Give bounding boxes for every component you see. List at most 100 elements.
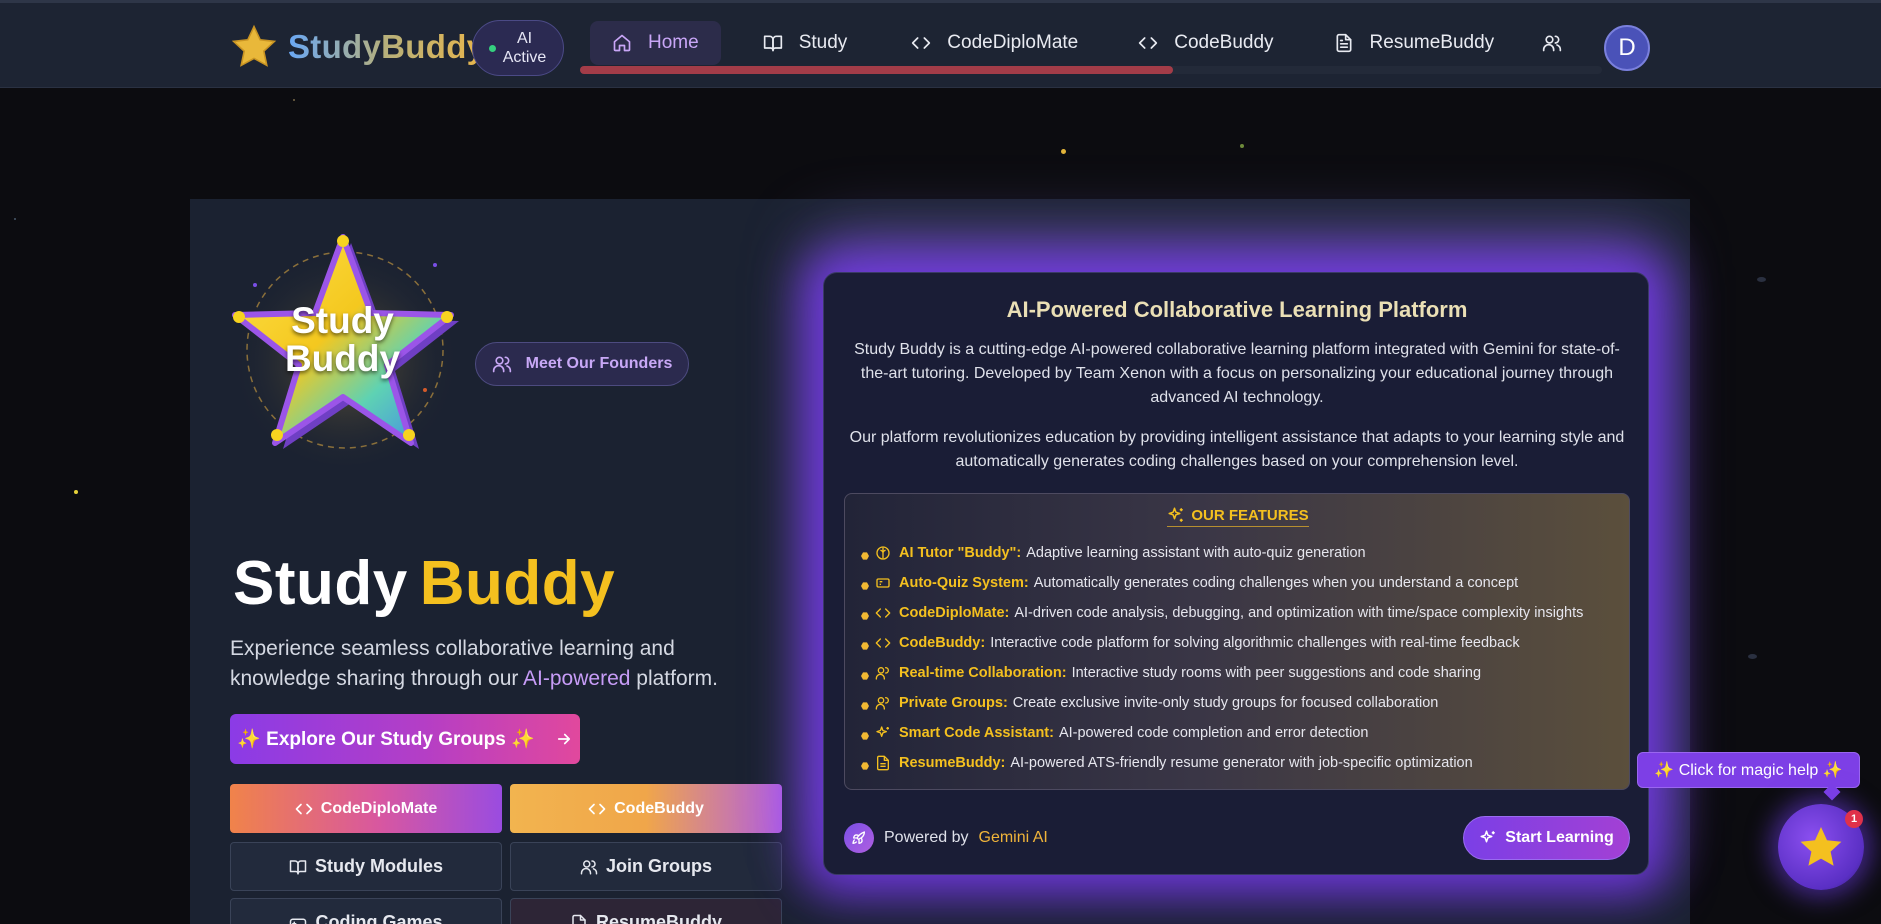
feature-name: CodeBuddy: (899, 635, 986, 651)
meet-founders-button[interactable]: Meet Our Founders (475, 342, 689, 386)
sparkles-icon (1480, 830, 1496, 843)
feature-name: AI Tutor "Buddy": (899, 545, 1022, 561)
brand-name: StudyBuddy (288, 28, 486, 65)
gemini-link[interactable]: Gemini AI (979, 829, 1048, 847)
nav-item-label: Study (798, 32, 848, 53)
star-logo-icon (231, 24, 277, 67)
coding-games-button[interactable]: Coding Games (230, 898, 502, 924)
sparkle-dot (1757, 277, 1766, 282)
nav-item-label: CodeDiploMate (947, 32, 1079, 53)
features-list: AI Tutor "Buddy": Adaptive learning assi… (861, 538, 1621, 778)
top-navbar: StudyBuddy AI Active Home Study CodeDipl… (0, 0, 1881, 88)
join-groups-button[interactable]: Join Groups (510, 842, 782, 891)
feature-item: Auto-Quiz System: Automatically generate… (861, 568, 1621, 598)
feature-item: Smart Code Assistant: AI-powered code co… (861, 718, 1621, 748)
feature-description: Interactive code platform for solving al… (990, 635, 1520, 651)
hero-subtitle: Experience seamless collaborative learni… (230, 634, 750, 694)
main-nav: Home Study CodeDiploMate CodeBuddy Resum… (590, 21, 1584, 65)
arrow-right-icon (557, 733, 570, 745)
codebuddy-button-label: CodeBuddy (614, 799, 704, 817)
feature-name: Smart Code Assistant: (899, 725, 1054, 741)
features-heading-inner: OUR FEATURES (1167, 506, 1309, 527)
feature-item: CodeDiploMate: AI-driven code analysis, … (861, 598, 1621, 628)
book-icon (289, 859, 307, 874)
sparkle-dot (293, 99, 295, 101)
nav-item-study[interactable]: Study (741, 21, 870, 65)
bullet-icon (861, 552, 869, 560)
status-dot-icon (488, 44, 496, 52)
platform-info-card: AI-Powered Collaborative Learning Platfo… (823, 272, 1649, 875)
bullet-icon (861, 702, 869, 710)
nav-item-label: CodeBuddy (1174, 32, 1274, 53)
nav-item-home[interactable]: Home (590, 21, 721, 65)
nav-item-groups[interactable] (1520, 21, 1584, 65)
bullet-icon (861, 762, 869, 770)
nav-scroll-progress-fill (580, 66, 1173, 74)
coding-games-label: Coding Games (315, 912, 443, 924)
users-icon (875, 697, 889, 710)
sparkles-icon (1168, 507, 1184, 522)
study-modules-label: Study Modules (314, 856, 443, 876)
feature-item: AI Tutor "Buddy": Adaptive learning assi… (861, 538, 1621, 568)
sparkle-dot (1240, 144, 1244, 148)
rocket-icon (844, 823, 874, 853)
nav-item-resumebuddy[interactable]: ResumeBuddy (1312, 21, 1517, 65)
start-learning-button[interactable]: Start Learning (1463, 816, 1630, 860)
hero-title: Study Buddy (233, 548, 615, 619)
file-text-icon (877, 755, 889, 771)
sparkle-dot (1061, 149, 1066, 154)
hero-subtitle-highlight: AI-powered (523, 667, 631, 690)
bullet-icon (861, 642, 869, 650)
star-emblem-line2: Buddy (284, 338, 401, 379)
card-footer: Powered by Gemini AI Start Learning (844, 816, 1630, 860)
gamepad-icon (290, 918, 307, 924)
sparkle-dot (14, 218, 16, 220)
users-icon (580, 859, 598, 874)
magic-help-tooltip[interactable]: ✨ Click for magic help ✨ (1637, 752, 1860, 788)
feature-name: Real-time Collaboration: (899, 665, 1067, 681)
feature-name: ResumeBuddy: (899, 755, 1006, 771)
explore-study-groups-button[interactable]: ✨ Explore Our Study Groups ✨ (230, 714, 580, 764)
home-icon (613, 34, 631, 52)
resumebuddy-button[interactable]: ResumeBuddy (510, 898, 782, 924)
nav-item-codediplomate[interactable]: CodeDiploMate (889, 21, 1100, 65)
brand-logo[interactable]: StudyBuddy (230, 23, 485, 71)
join-groups-label: Join Groups (605, 856, 712, 876)
start-learning-label: Start Learning (1505, 829, 1614, 846)
sparkle-dot (74, 490, 78, 494)
file-text-icon (572, 914, 586, 924)
user-avatar[interactable]: D (1604, 25, 1650, 71)
bullet-icon (861, 612, 869, 620)
quiz-card-icon (876, 578, 890, 588)
users-icon (1543, 35, 1562, 52)
users-icon (875, 667, 889, 680)
feature-item: Real-time Collaboration: Interactive stu… (861, 658, 1621, 688)
codebuddy-button[interactable]: CodeBuddy (510, 784, 782, 833)
powered-by: Powered by Gemini AI (844, 823, 1048, 853)
card-title: AI-Powered Collaborative Learning Platfo… (1006, 297, 1468, 322)
feature-description: AI-powered code completion and error det… (1058, 725, 1369, 741)
features-heading: OUR FEATURES (845, 506, 1631, 527)
bullet-icon (861, 672, 869, 680)
ai-status-label: AI Active (502, 30, 547, 66)
file-text-icon (1336, 33, 1352, 53)
bullet-icon (861, 732, 869, 740)
features-panel: OUR FEATURES AI Tutor "Buddy": Adaptive … (844, 493, 1630, 790)
powered-by-text: Powered by (884, 829, 969, 846)
hero-title-word2: Buddy (419, 549, 616, 618)
code-icon (912, 37, 931, 49)
explore-button-label: ✨ Explore Our Study Groups ✨ (237, 729, 535, 750)
codediplomate-button[interactable]: CodeDiploMate (230, 784, 502, 833)
code-icon (875, 608, 891, 618)
feature-description: AI-powered ATS-friendly resume generator… (1010, 755, 1473, 771)
features-heading-label: OUR FEATURES (1191, 506, 1309, 524)
star-icon (1800, 827, 1842, 866)
ai-status-badge: AI Active (472, 20, 564, 76)
study-modules-button[interactable]: Study Modules (230, 842, 502, 891)
meet-founders-label: Meet Our Founders (525, 355, 673, 372)
nav-item-label: Home (648, 32, 699, 53)
star-emblem-label: Study Buddy (250, 302, 435, 378)
nav-item-codebuddy[interactable]: CodeBuddy (1116, 21, 1295, 65)
feature-description: Interactive study rooms with peer sugges… (1071, 665, 1482, 681)
nav-scroll-progress (580, 66, 1602, 74)
